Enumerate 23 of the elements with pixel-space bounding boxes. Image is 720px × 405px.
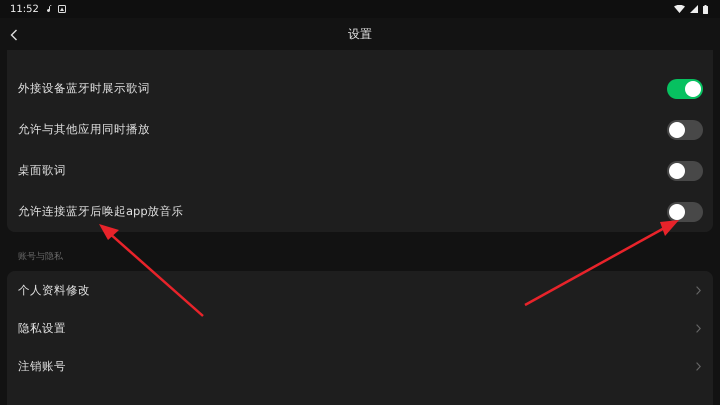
signal-icon xyxy=(690,5,698,13)
setting-label: 隐私设置 xyxy=(18,320,66,336)
status-time: 11:52 xyxy=(10,4,39,14)
setting-label: 外接设备蓝牙时展示歌词 xyxy=(18,81,150,96)
setting-label: 允许与其他应用同时播放 xyxy=(18,122,150,137)
battery-icon xyxy=(703,4,708,14)
toggle-switch[interactable] xyxy=(667,202,703,222)
toggle-switch[interactable] xyxy=(667,78,703,98)
chevron-right-icon xyxy=(696,362,701,370)
setting-label: 个人资料修改 xyxy=(18,282,90,298)
setting-label: 桌面歌词 xyxy=(18,163,66,178)
setting-label: 注销账号 xyxy=(18,358,66,374)
notification-icon xyxy=(58,5,66,13)
setting-label: 允许连接蓝牙后唤起app放音乐 xyxy=(18,204,184,219)
section-title: 账号与隐私 xyxy=(17,250,64,264)
back-button[interactable] xyxy=(8,27,20,43)
toggle-switch[interactable] xyxy=(667,160,703,180)
notification-icon xyxy=(46,5,53,13)
chevron-right-icon xyxy=(696,324,701,332)
chevron-right-icon xyxy=(696,286,701,294)
wifi-icon xyxy=(674,5,685,13)
toggle-switch[interactable] xyxy=(667,120,703,140)
page-title: 设置 xyxy=(348,26,372,42)
